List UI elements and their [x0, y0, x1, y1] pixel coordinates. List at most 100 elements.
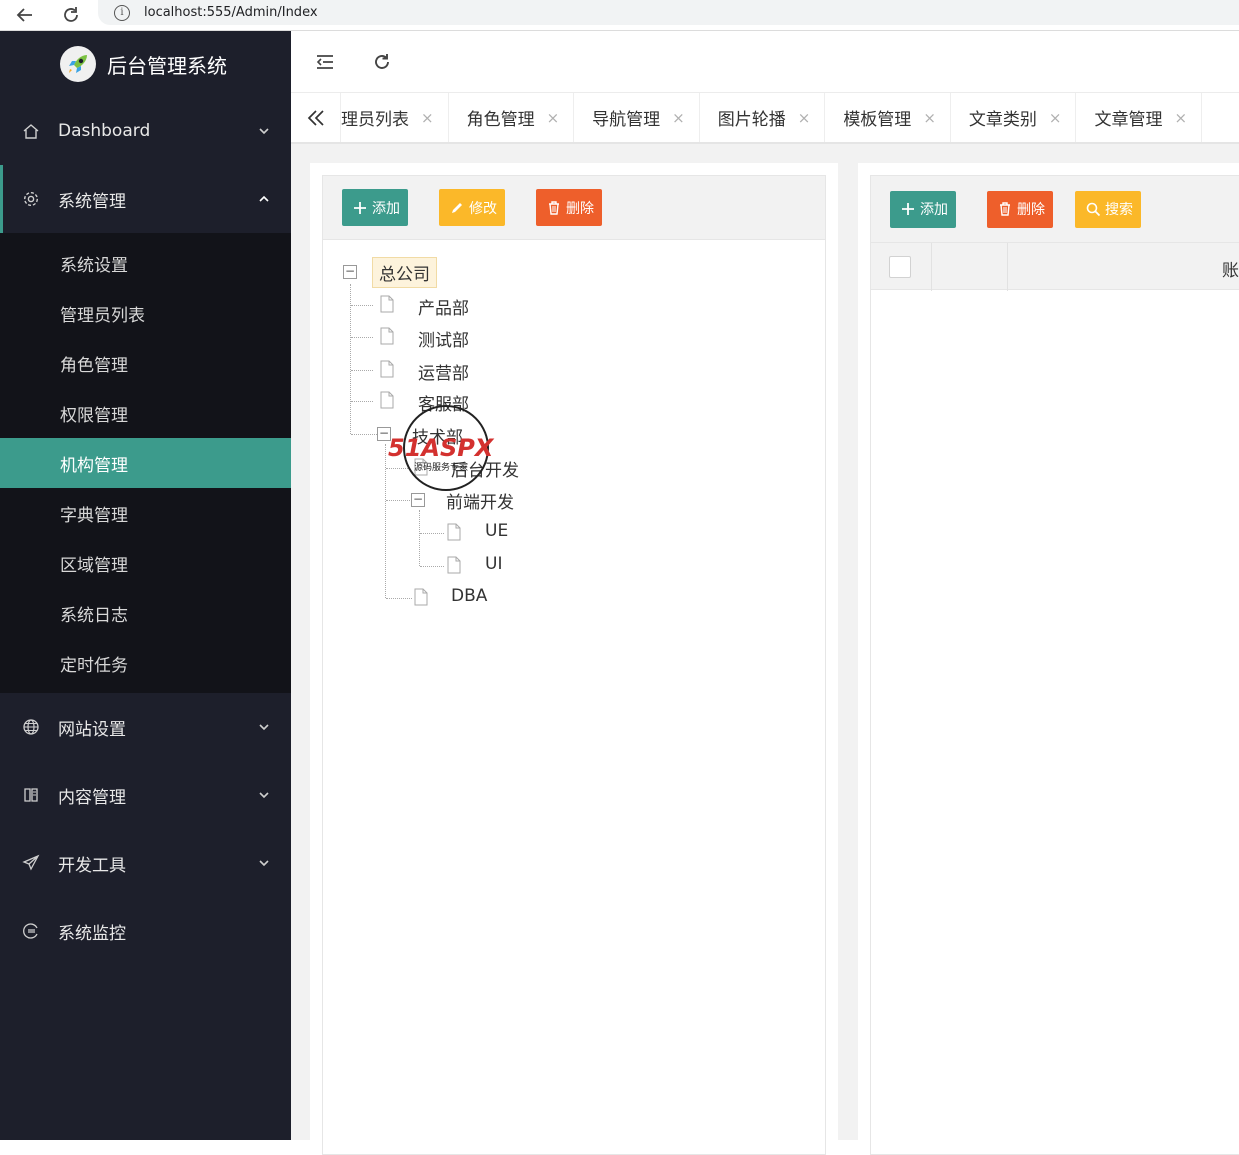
trash-icon: [997, 201, 1013, 217]
close-icon[interactable]: ×: [672, 109, 685, 127]
tab[interactable]: 文章类别 ×: [951, 93, 1077, 142]
submenu-item[interactable]: 角色管理: [0, 338, 291, 388]
chevron-down-icon: [259, 792, 269, 799]
search-button-label: 搜索: [1105, 202, 1133, 218]
close-icon[interactable]: ×: [1174, 109, 1187, 127]
rocket-icon: [60, 46, 96, 82]
menu-website[interactable]: 网站设置: [0, 693, 291, 761]
menu-label: Dashboard: [58, 121, 151, 141]
add-button-label: 添加: [372, 200, 400, 217]
tab-label: 角色管理: [466, 110, 535, 130]
delete-button-label: 删除: [566, 200, 594, 217]
submenu-item[interactable]: 权限管理: [0, 388, 291, 438]
reload-icon[interactable]: [60, 4, 82, 26]
app-title: 后台管理系统: [107, 53, 227, 78]
chevron-down-icon: [259, 724, 269, 731]
close-icon[interactable]: ×: [798, 109, 811, 127]
column-header: 账: [1222, 261, 1239, 281]
back-arrow-icon[interactable]: [14, 4, 36, 26]
collapse-menu-icon[interactable]: [314, 51, 336, 73]
menu-devtools[interactable]: 开发工具: [0, 829, 291, 897]
menu-label: 系统监控: [58, 923, 126, 944]
tab[interactable]: 模板管理 ×: [825, 93, 951, 142]
submenu-item[interactable]: 系统日志: [0, 588, 291, 638]
submenu-item[interactable]: 字典管理: [0, 488, 291, 538]
menu-content[interactable]: 内容管理: [0, 761, 291, 829]
menu-system[interactable]: 系统管理: [0, 165, 291, 233]
refresh-icon[interactable]: [371, 51, 393, 73]
tree-line: [419, 510, 420, 566]
menu-monitor[interactable]: 系统监控: [0, 897, 291, 965]
tree-line: [420, 533, 444, 534]
tab[interactable]: 图片轮播 ×: [700, 93, 826, 142]
tree-line: [351, 337, 373, 338]
tree-node[interactable]: 运营部: [418, 359, 469, 384]
menu-dashboard[interactable]: Dashboard: [0, 97, 291, 165]
collapse-toggle-icon[interactable]: −: [343, 265, 357, 279]
submenu-item-active[interactable]: 机构管理: [0, 438, 291, 488]
pencil-icon: [449, 200, 465, 216]
document-icon: [380, 327, 394, 345]
tab-label: 文章类别: [968, 110, 1037, 130]
menu-label: 网站设置: [58, 719, 126, 740]
submenu-item[interactable]: 定时任务: [0, 638, 291, 688]
tree-line: [386, 598, 412, 599]
tab-label: 模板管理: [843, 110, 912, 130]
delete-button[interactable]: 删除: [987, 190, 1053, 228]
trash-icon: [546, 200, 562, 216]
tree-line: [351, 434, 377, 435]
delete-button[interactable]: 删除: [536, 189, 602, 226]
watermark-logo-text: 51ASPX: [388, 434, 495, 462]
submenu-item[interactable]: 管理员列表: [0, 288, 291, 338]
tab-list: 理员列表 × 角色管理 × 导航管理 × 图片轮播 × 模板管理 × 文章类别 × 文章管理…: [341, 93, 1203, 142]
tree-line: [351, 401, 373, 402]
tree-node[interactable]: 测试部: [418, 326, 469, 351]
tab[interactable]: 理员列表 ×: [341, 93, 449, 142]
menu-label: 开发工具: [58, 855, 126, 876]
close-icon[interactable]: ×: [1049, 109, 1062, 127]
tree-line: [351, 305, 373, 306]
watermark-logo: 51ASPX 源码服务专家: [388, 405, 495, 491]
tree-node[interactable]: 产品部: [418, 294, 469, 319]
table-toolbar: 添加 删除 搜索: [871, 176, 1239, 242]
search-button[interactable]: 搜索: [1075, 190, 1141, 228]
tree-node-root[interactable]: 总公司: [372, 257, 437, 288]
double-chevron-left-icon[interactable]: [291, 93, 341, 142]
close-icon[interactable]: ×: [421, 109, 434, 127]
submenu-item[interactable]: 区域管理: [0, 538, 291, 588]
add-button[interactable]: 添加: [890, 190, 956, 228]
tree-node[interactable]: UE: [485, 521, 508, 541]
document-icon: [380, 295, 394, 313]
plus-icon: [352, 200, 368, 216]
select-all-checkbox[interactable]: [889, 256, 911, 278]
tree-line: [350, 284, 351, 434]
close-icon[interactable]: ×: [923, 109, 936, 127]
main-content: 添加 修改 删除 − 总公司 产品部 测试部 运营部 客服部 − 技术部 后台开…: [291, 144, 1239, 1155]
watermark-sub-text: 源码服务专家: [414, 461, 468, 473]
tab[interactable]: 角色管理 ×: [449, 93, 575, 142]
tab[interactable]: 导航管理 ×: [574, 93, 700, 142]
tabs-bar: 理员列表 × 角色管理 × 导航管理 × 图片轮播 × 模板管理 × 文章类别 × 文章管理…: [291, 93, 1239, 144]
column-divider: [1007, 243, 1008, 291]
top-header: [291, 31, 1239, 93]
edit-button[interactable]: 修改: [439, 189, 505, 226]
info-icon[interactable]: i: [114, 4, 130, 21]
add-button[interactable]: 添加: [342, 189, 408, 226]
tree-node[interactable]: UI: [485, 554, 502, 574]
submenu-item[interactable]: 系统设置: [0, 238, 291, 288]
monitor-icon: [22, 922, 40, 940]
address-bar[interactable]: i localhost:555/Admin/Index: [98, 0, 1239, 25]
globe-icon: [22, 718, 40, 736]
document-icon: [447, 556, 461, 574]
tab[interactable]: 文章管理 ×: [1076, 93, 1203, 142]
close-icon[interactable]: ×: [547, 109, 560, 127]
home-icon: [22, 122, 40, 140]
tree-node[interactable]: DBA: [451, 586, 487, 606]
menu-label: 系统管理: [58, 191, 126, 212]
org-tree-box: 添加 修改 删除 − 总公司 产品部 测试部 运营部 客服部 − 技术部 后台开…: [322, 175, 826, 1155]
logo[interactable]: 后台管理系统: [0, 31, 291, 97]
tab-label: 文章管理: [1094, 110, 1163, 130]
add-button-label: 添加: [920, 202, 948, 218]
table-header: 账: [871, 242, 1239, 291]
tree-line: [420, 566, 444, 567]
